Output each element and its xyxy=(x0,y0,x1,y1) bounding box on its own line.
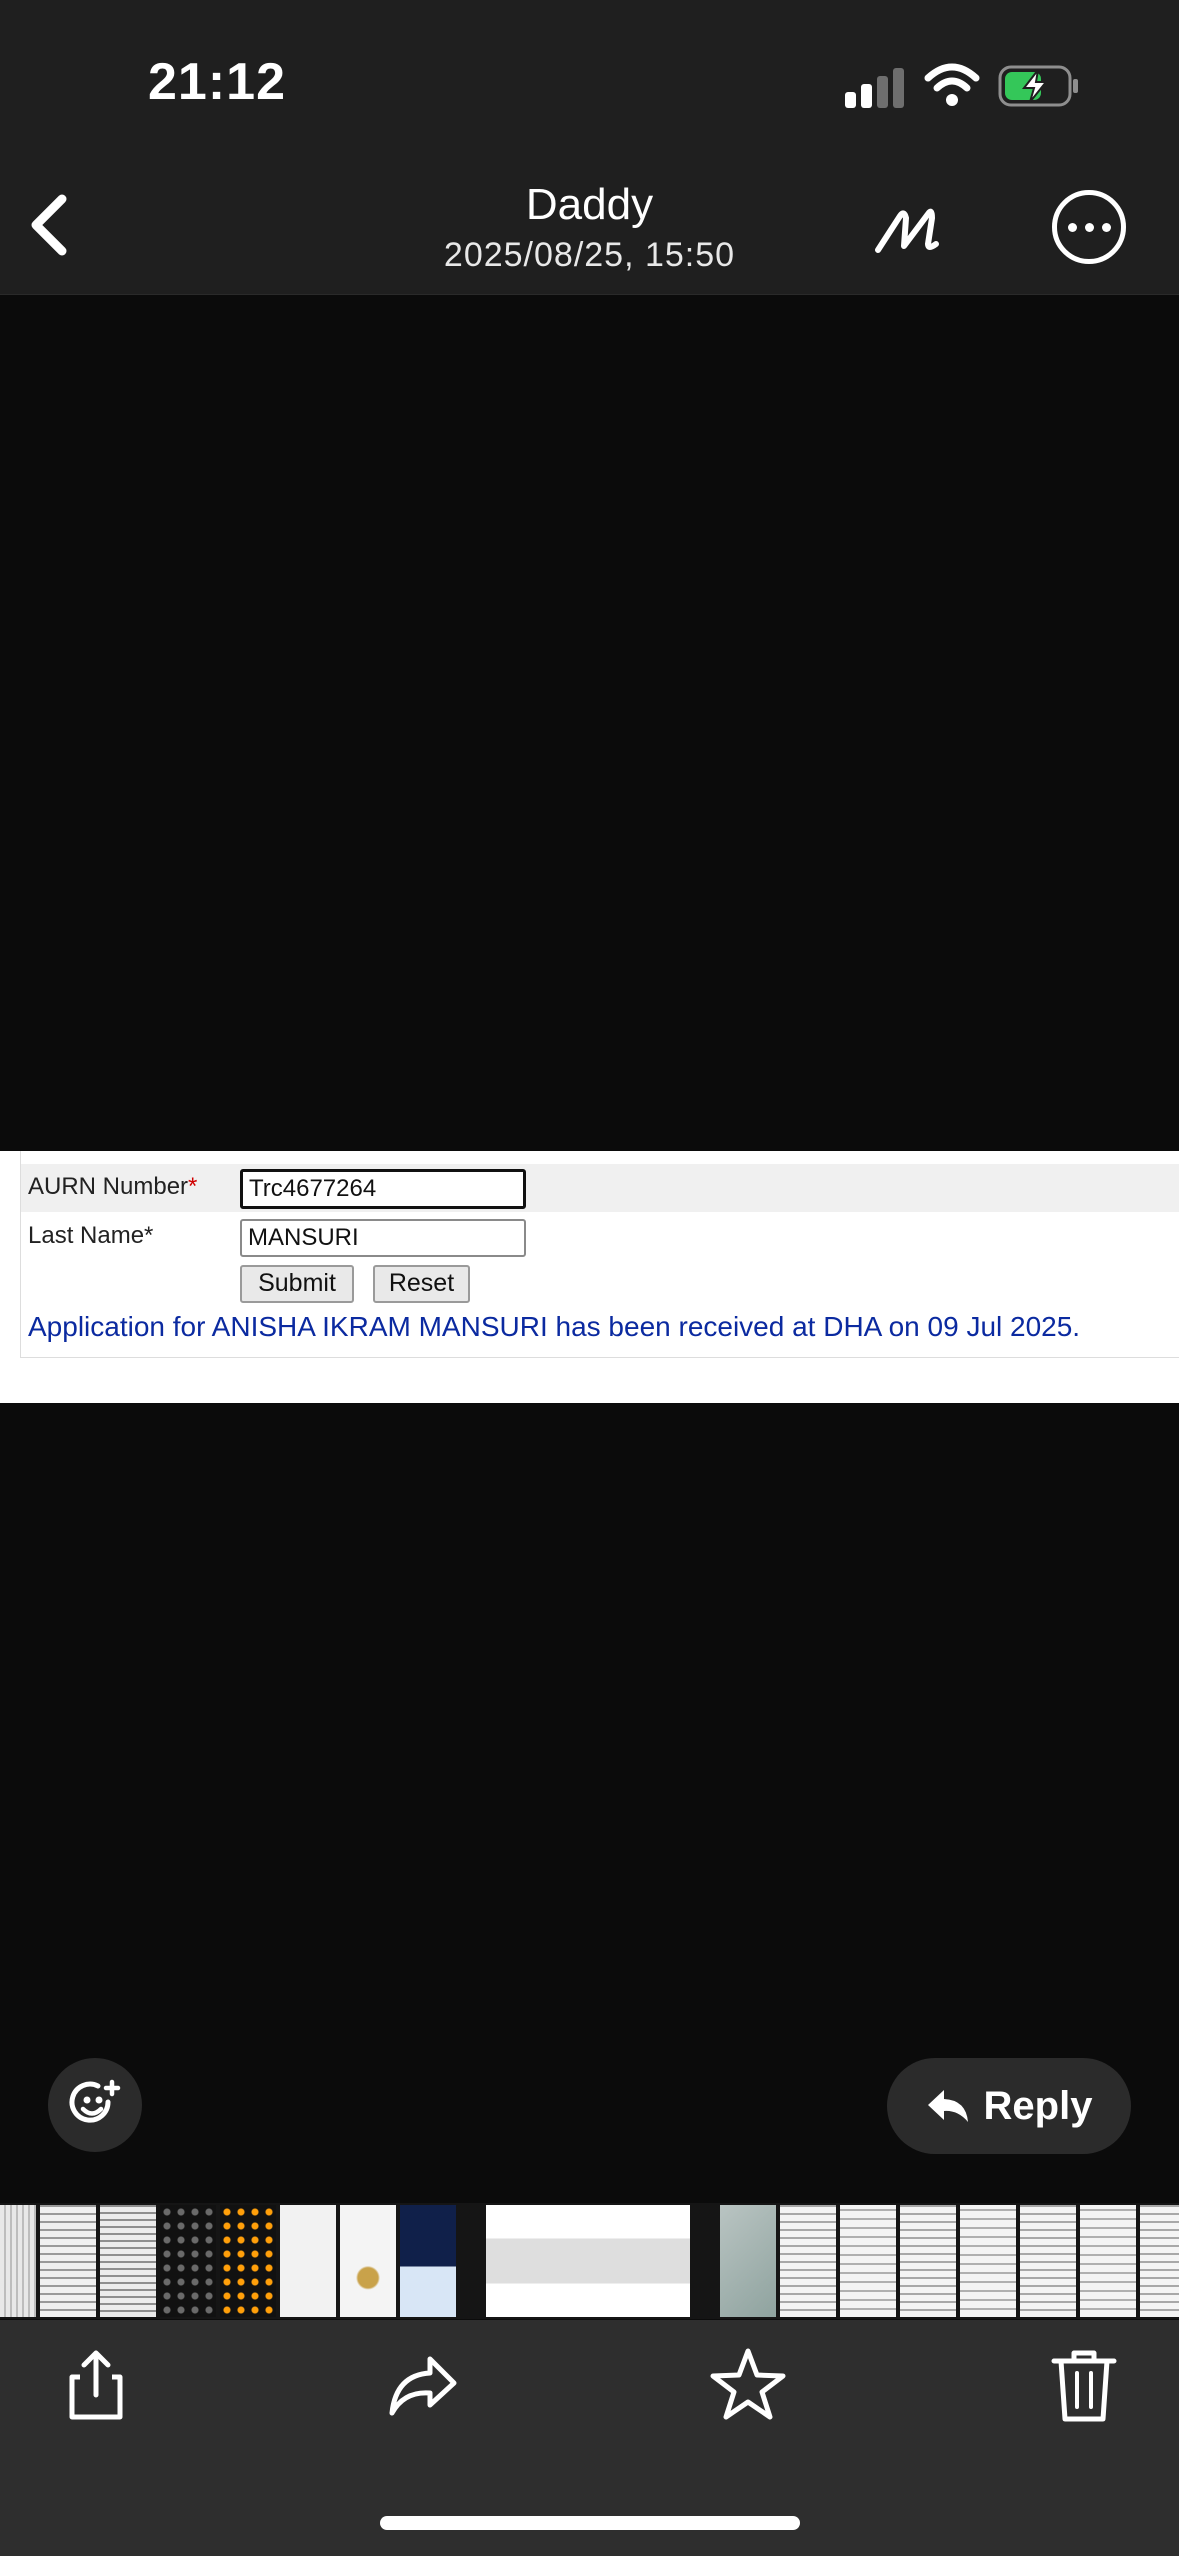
cellular-signal-icon xyxy=(845,66,905,108)
lastname-input: MANSURI xyxy=(240,1219,526,1257)
thumbnail[interactable] xyxy=(900,2205,956,2317)
thumbnail[interactable] xyxy=(0,2205,36,2317)
thumbnail[interactable] xyxy=(960,2205,1016,2317)
home-indicator[interactable] xyxy=(380,2516,800,2530)
aurn-input: Trc4677264 xyxy=(240,1169,526,1209)
thumbnail[interactable] xyxy=(1080,2205,1136,2317)
star-icon[interactable] xyxy=(708,2345,788,2425)
reset-button: Reset xyxy=(373,1265,470,1303)
more-dot xyxy=(1084,222,1094,232)
status-time: 21:12 xyxy=(148,53,286,111)
more-dot xyxy=(1067,222,1077,232)
thumbnail[interactable] xyxy=(220,2205,276,2317)
submit-button: Submit xyxy=(240,1265,354,1303)
thumbnail[interactable] xyxy=(100,2205,156,2317)
reply-button[interactable]: Reply xyxy=(887,2058,1131,2154)
application-status-message: Application for ANISHA IKRAM MANSURI has… xyxy=(28,1311,1081,1342)
add-reaction-icon xyxy=(69,2079,121,2123)
thumbnail[interactable] xyxy=(280,2205,336,2317)
wifi-icon xyxy=(924,63,980,106)
share-icon[interactable] xyxy=(56,2345,136,2425)
aurn-label-text: AURN Number xyxy=(28,1173,189,1200)
trash-icon[interactable] xyxy=(1044,2345,1124,2425)
thumbnail[interactable] xyxy=(400,2205,456,2317)
more-options-icon[interactable] xyxy=(1052,190,1126,264)
forward-icon[interactable] xyxy=(384,2345,464,2425)
photo-timestamp: 2025/08/25, 15:50 xyxy=(443,236,736,274)
conversation-title: Daddy xyxy=(525,180,654,229)
thumbnail[interactable] xyxy=(1020,2205,1076,2317)
add-reaction-button[interactable] xyxy=(48,2058,142,2152)
thumbnail[interactable] xyxy=(486,2205,690,2317)
more-dot xyxy=(1101,222,1111,232)
thumbnail[interactable] xyxy=(780,2205,836,2317)
thumbnail-strip[interactable] xyxy=(0,2203,1179,2319)
thumbnail[interactable] xyxy=(40,2205,96,2317)
thumbnail[interactable] xyxy=(1140,2205,1179,2317)
thumbnail[interactable] xyxy=(720,2205,776,2317)
required-marker: * xyxy=(188,1173,198,1200)
reply-label: Reply xyxy=(983,2083,1093,2128)
aurn-label: AURN Number* xyxy=(28,1173,197,1201)
thumbnail[interactable] xyxy=(340,2205,396,2317)
markup-pen-icon[interactable] xyxy=(870,190,950,270)
thumbnail[interactable] xyxy=(160,2205,216,2317)
battery-charging-icon xyxy=(998,65,1078,107)
thumbnail[interactable] xyxy=(840,2205,896,2317)
reply-arrow-icon xyxy=(927,2090,968,2122)
header-divider xyxy=(0,294,1179,295)
lastname-label: Last Name* xyxy=(28,1222,154,1249)
